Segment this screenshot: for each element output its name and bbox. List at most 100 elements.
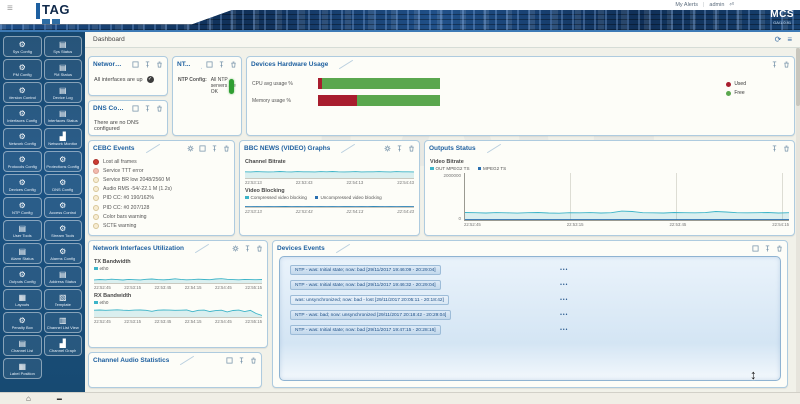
card-title: Network Interfaces Utilization <box>93 244 185 252</box>
more-dots-button[interactable]: ••• <box>560 282 568 288</box>
sidebar-item-pm-config[interactable]: ⚙ PM Config <box>3 59 42 80</box>
more-dots-button[interactable]: ••• <box>560 297 568 303</box>
graph-icon: ▟ <box>59 131 66 141</box>
pin-icon[interactable] <box>211 144 218 152</box>
sidebar-item-alarm-status[interactable]: ▤ Alarm Status <box>3 243 42 264</box>
resize-vertical-handle[interactable]: ↕ <box>750 368 757 381</box>
legend-item: OUT MPEG2 TS <box>430 166 470 171</box>
trash-icon[interactable] <box>776 245 783 252</box>
device-event-chip[interactable]: was: unsynchronized; now: bad - lost [29… <box>290 295 449 305</box>
device-event-chip[interactable]: NTP - was: Initial state; now: bad [29/1… <box>290 265 441 275</box>
sidebar-item-template[interactable]: ▧ Template <box>43 289 82 310</box>
checkbox-icon[interactable] <box>132 60 139 68</box>
sidebar-item-outputs-config[interactable]: ⚙ Outputs Config <box>3 266 42 287</box>
event-item[interactable]: SCTE warning <box>91 221 232 230</box>
checkbox-icon[interactable] <box>206 60 213 68</box>
sidebar-item-dns-config[interactable]: ⚙ DNS Config <box>43 174 82 195</box>
event-item[interactable]: Service BR low 2048/2560 M <box>91 175 232 184</box>
trash-icon[interactable] <box>408 145 415 152</box>
trash-icon[interactable] <box>250 357 257 364</box>
home-icon[interactable]: ⌂ <box>26 394 31 403</box>
sidebar-item-ntp-config[interactable]: ⚙ NTP Config <box>3 197 42 218</box>
sidebar-item-network-monitor[interactable]: ▟ Network Monitor <box>43 128 82 149</box>
sidebar-item-address-status[interactable]: ▤ Address Status <box>43 266 82 287</box>
sidebar-item-protections-config[interactable]: ⚙ Protections Config <box>43 151 82 172</box>
status-ok-pill <box>229 79 234 94</box>
refresh-icon[interactable]: ⟳ <box>775 35 782 44</box>
trash-icon[interactable] <box>783 61 790 68</box>
pin-icon[interactable] <box>771 60 778 68</box>
sidebar-item-interfaces-status[interactable]: ▤ Interfaces Status <box>43 105 82 126</box>
pin-icon[interactable] <box>244 244 251 252</box>
sidebar-item-channel-graph[interactable]: ▟ Channel Graph <box>43 335 82 356</box>
trash-icon[interactable] <box>783 145 790 152</box>
more-dots-button[interactable]: ••• <box>560 312 568 318</box>
event-label: Audio RMS -54/-22.1 M (1.2s) <box>103 186 172 193</box>
sidebar-item-user-tools[interactable]: ▤ User Tools <box>3 220 42 241</box>
trash-icon[interactable] <box>230 61 237 68</box>
pin-icon[interactable] <box>764 244 771 252</box>
sidebar-item-network-config[interactable]: ⚙ Network Config <box>3 128 42 149</box>
chart-canvas <box>245 206 414 207</box>
device-event-chip[interactable]: NTP - was: Initial state; now: bad [29/1… <box>290 325 441 335</box>
sidebar-item-sys-status[interactable]: ▤ Sys Status <box>43 36 82 57</box>
menu-hamburger-icon[interactable]: ≡ <box>7 4 18 14</box>
legend-marker-icon <box>314 195 319 200</box>
gear-icon: ⚙ <box>59 223 67 233</box>
checkbox-icon[interactable] <box>226 356 233 364</box>
checkbox-icon[interactable] <box>199 144 206 152</box>
gear-icon[interactable] <box>232 245 239 252</box>
sidebar-item-devices-config[interactable]: ⚙ Devices Config <box>3 174 42 195</box>
pin-icon[interactable] <box>144 104 151 112</box>
pin-icon[interactable] <box>144 60 151 68</box>
event-item[interactable]: Service TTT error <box>91 166 232 175</box>
more-dots-button[interactable]: ••• <box>560 327 568 333</box>
sidebar-item-penalty-box[interactable]: ⚙ Penalty Box <box>3 312 42 333</box>
sidebar-item-channel-list[interactable]: ▤ Channel List <box>3 335 42 356</box>
sidebar-item-alarms-config[interactable]: ⚙ Alarms Config <box>43 243 82 264</box>
event-item[interactable]: PID CC: #0 190/162% <box>91 194 232 203</box>
sidebar-item-stream-tools[interactable]: ⚙ Stream Tools <box>43 220 82 241</box>
sidebar-item-version-control[interactable]: ⚙ Version Control <box>3 82 42 103</box>
device-event-chip[interactable]: NTP - was: bad; now: unsynchronized [29/… <box>290 310 452 320</box>
tick-label: 22:53:45 <box>154 319 172 324</box>
sidebar-item-layouts[interactable]: ▦ Layouts <box>3 289 42 310</box>
alerts-link[interactable]: My Alerts <box>675 2 698 8</box>
pin-icon[interactable] <box>238 356 245 364</box>
tick-label: 22:53:13 <box>245 180 262 185</box>
section-label: TX Bandwidth <box>94 259 131 265</box>
checkbox-icon[interactable] <box>132 104 139 112</box>
widget-menu-icon[interactable]: ≡ <box>787 35 792 44</box>
legend-label: Uncompressed video blocking <box>320 195 382 200</box>
sidebar-item-label-position[interactable]: ▦ Label Position <box>3 358 42 379</box>
trash-icon[interactable] <box>256 245 263 252</box>
logout-icon[interactable]: ⏎ <box>729 2 734 8</box>
tick-label: 22:54:15 <box>184 319 202 324</box>
minimized-widget-icon[interactable]: ▬ <box>57 396 62 402</box>
sidebar-item-sys-config[interactable]: ⚙ Sys Config <box>3 36 42 57</box>
event-item[interactable]: Audio RMS -54/-22.1 M (1.2s) <box>91 185 232 194</box>
event-item[interactable]: PID CC: #0 207/128 <box>91 203 232 212</box>
sidebar-item-access-control[interactable]: ⚙ Access Control <box>43 197 82 218</box>
sidebar-item-device-log[interactable]: ▤ Device Log <box>43 82 82 103</box>
gear-icon[interactable] <box>187 145 194 152</box>
sidebar-item-protocols-config[interactable]: ⚙ Protocols Config <box>3 151 42 172</box>
trash-icon[interactable] <box>223 145 230 152</box>
event-item[interactable]: Color bars warning <box>91 212 232 221</box>
scrollbar-track[interactable] <box>796 48 800 392</box>
sidebar-item-interfaces-config[interactable]: ⚙ Interfaces Config <box>3 105 42 126</box>
sidebar-item-channel-list-view[interactable]: ▥ Channel List View <box>43 312 82 333</box>
sidebar-item-pm-status[interactable]: ▤ PM Status <box>43 59 82 80</box>
more-dots-button[interactable]: ••• <box>560 267 568 273</box>
pin-icon[interactable] <box>771 144 778 152</box>
legend-label: Free <box>734 90 745 96</box>
trash-icon[interactable] <box>156 105 163 112</box>
event-item[interactable]: Lost all frames <box>91 157 232 166</box>
trash-icon[interactable] <box>156 61 163 68</box>
pin-icon[interactable] <box>218 60 225 68</box>
device-event-chip[interactable]: NTP - was: Initial state; now: bad [29/1… <box>290 280 441 290</box>
pin-icon[interactable] <box>396 144 403 152</box>
scrollbar-thumb[interactable] <box>796 48 800 106</box>
gear-icon[interactable] <box>384 145 391 152</box>
checkbox-icon[interactable] <box>752 244 759 252</box>
